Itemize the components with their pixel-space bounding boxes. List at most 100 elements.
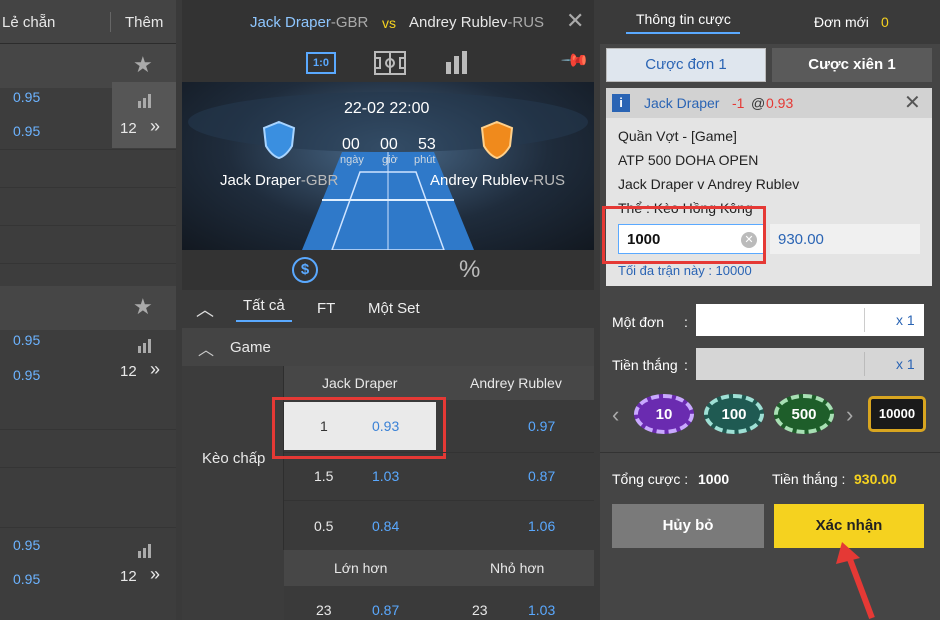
potential-win-field: 930.00 (770, 224, 920, 254)
under-line: 23 (472, 602, 488, 618)
match-title-bar: Jack Draper-GBR vs Andrey Rublev-RUS ✕ (182, 0, 594, 44)
odds-value[interactable]: 0.87 (528, 468, 555, 484)
collapse-section-icon[interactable]: ︿ (198, 336, 214, 360)
highlight-box-odds (272, 397, 446, 459)
info-icon: i (612, 94, 630, 112)
view-icon-bar: 1:0 📌 (182, 44, 594, 82)
event-name: Jack Draper v Andrey Rublev (618, 176, 800, 192)
odd-value[interactable]: 0.95 (13, 367, 40, 383)
empty-row (0, 430, 176, 468)
row-label-cell (182, 550, 284, 620)
more-count: 12 (120, 568, 137, 585)
scoreboard-icon[interactable]: 1:0 (306, 52, 336, 74)
new-bets-count: 0 (881, 14, 889, 30)
tab-ft[interactable]: FT (317, 300, 335, 317)
tab-active-underline (626, 32, 740, 34)
chevron-right-icon: » (150, 116, 161, 136)
under-label: Nhỏ hơn (490, 560, 545, 576)
odds-value[interactable]: 0.97 (528, 418, 555, 434)
title-player2: Andrey Rublev-RUS (409, 14, 545, 31)
empty-row (0, 468, 176, 528)
pick-team: Jack Draper (644, 95, 720, 111)
parlay-bet-button[interactable]: Cược xiên 1 (772, 48, 932, 82)
single-stake-input[interactable]: x 1 (696, 304, 924, 336)
left-market-panel: Lẻ chẵn Thêm ★ 0.95 0.95 12 » ★ 0.95 0.9… (0, 0, 176, 620)
cancel-button[interactable]: Hủy bỏ (612, 504, 764, 548)
tab-one-set[interactable]: Một Set (368, 300, 420, 317)
odds-value[interactable]: 1.03 (372, 468, 399, 484)
header-more: Thêm (125, 14, 164, 31)
countdown-hours: 00 (380, 136, 398, 153)
chip-500[interactable]: 500 (774, 394, 834, 434)
tab-bet-info[interactable]: Thông tin cược (636, 11, 731, 27)
single-colon: : (684, 314, 688, 330)
section-header-game[interactable]: ︿ Game (182, 328, 594, 366)
chip-10[interactable]: 10 (634, 394, 694, 434)
countdown-minutes-label: phút (414, 154, 436, 166)
chip-10000[interactable]: 10000 (868, 396, 926, 432)
more-markets-cell[interactable]: 12 » (112, 325, 176, 391)
more-count: 12 (120, 120, 137, 137)
odds-value[interactable]: 1.03 (528, 602, 555, 618)
chevron-right-icon: » (150, 564, 161, 584)
odds-value[interactable]: 1.06 (528, 518, 555, 534)
tab-all[interactable]: Tất cả (243, 297, 285, 314)
favorite-star-icon[interactable]: ★ (133, 294, 153, 320)
stadium-banner: 22-02 22:00 00 ngày 00 giờ 53 phút Jack … (182, 82, 594, 250)
remove-bet-icon[interactable]: ✕ (904, 90, 921, 115)
over-line: 23 (316, 602, 332, 618)
countdown: 00 ngày 00 giờ 53 phút (340, 134, 444, 170)
field-icon[interactable] (374, 51, 406, 75)
input-divider (864, 352, 865, 376)
over-label: Lớn hơn (334, 560, 388, 576)
more-markets-cell[interactable]: 12 » (112, 530, 176, 596)
close-icon[interactable]: ✕ (566, 8, 584, 34)
header-odd-even: Lẻ chẵn (2, 14, 56, 31)
chip-100[interactable]: 100 (704, 394, 764, 434)
chevron-right-icon: » (150, 359, 161, 379)
odd-value[interactable]: 0.95 (13, 571, 40, 587)
odd-value[interactable]: 0.95 (13, 332, 40, 348)
stats-chart-icon[interactable] (444, 50, 470, 76)
betslip-tabs: Thông tin cược Đơn mới 0 (600, 0, 940, 44)
total-win-label: Tiền thắng : (772, 471, 846, 487)
odds-value[interactable]: 0.84 (372, 518, 399, 534)
banner-player2: Andrey Rublev-RUS (430, 172, 566, 189)
single-bet-button[interactable]: Cược đơn 1 (606, 48, 766, 82)
pin-icon[interactable]: 📌 (560, 45, 591, 76)
chevron-left-icon[interactable]: ‹ (612, 402, 619, 428)
countdown-minutes: 53 (418, 136, 436, 153)
odd-value[interactable]: 0.95 (13, 123, 40, 139)
match-detail-panel: Jack Draper-GBR vs Andrey Rublev-RUS ✕ 1… (182, 0, 594, 620)
max-bet-text: Tối đa trận này : 10000 (618, 263, 752, 278)
chevron-right-icon[interactable]: › (846, 402, 853, 428)
section-title: Game (230, 339, 271, 356)
money-icon[interactable]: $ (292, 257, 318, 283)
tab-new-bets[interactable]: Đơn mới (814, 14, 869, 30)
column-header-player1: Jack Draper (322, 375, 398, 391)
odds-value[interactable]: 0.87 (372, 602, 399, 618)
percent-icon[interactable]: % (459, 256, 480, 284)
single-multiplier: x 1 (896, 312, 915, 328)
empty-row (0, 188, 176, 226)
market-type-bar: $ % (182, 250, 594, 290)
pick-line: -1 (732, 95, 745, 111)
win-colon: : (684, 357, 688, 373)
odd-value[interactable]: 0.95 (13, 537, 40, 553)
stats-bars-icon (138, 94, 151, 108)
row-label-handicap: Kèo chấp (202, 450, 266, 467)
collapse-icon[interactable]: ︿ (196, 296, 214, 322)
more-markets-cell[interactable]: 12 » (112, 82, 176, 148)
row-label-cell: Kèo chấp (182, 366, 284, 550)
more-count: 12 (120, 363, 137, 380)
odd-value[interactable]: 0.95 (13, 89, 40, 105)
handicap-line: 0.5 (314, 518, 334, 534)
highlight-box-stake (602, 206, 766, 264)
favorite-star-icon[interactable]: ★ (133, 52, 153, 78)
empty-row (0, 226, 176, 264)
total-win-value: 930.00 (854, 471, 897, 487)
countdown-days-label: ngày (340, 154, 364, 166)
win-multiplier: x 1 (896, 356, 915, 372)
player2-shield-icon (480, 120, 514, 160)
pick-at: @ (751, 95, 766, 111)
